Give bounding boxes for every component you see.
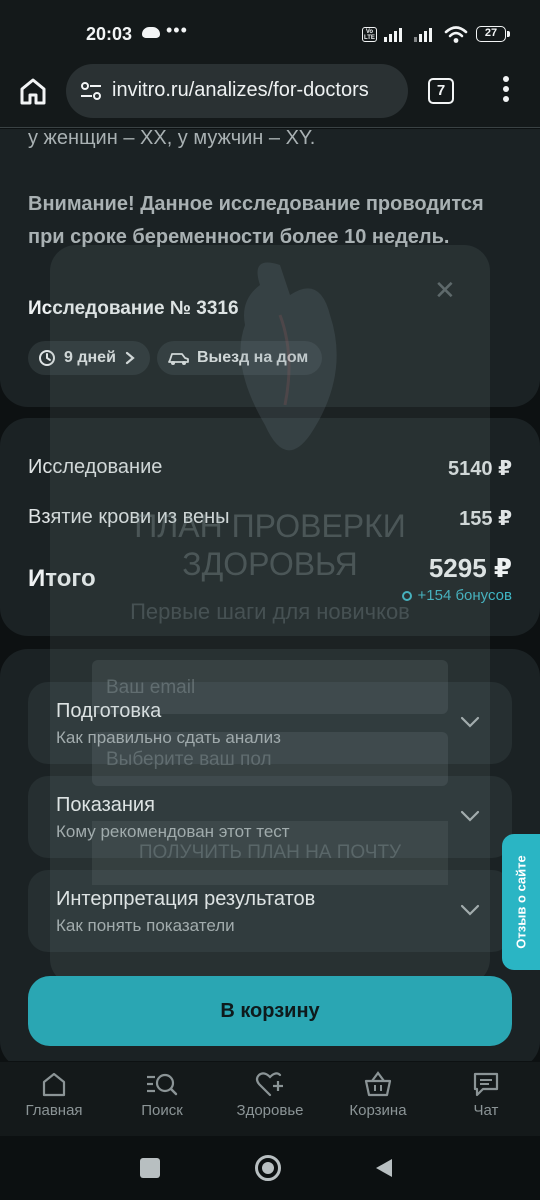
url-text: invitro.ru/analizes/for-doctors	[112, 79, 369, 101]
home-visit-label: Выезд на дом	[197, 349, 309, 366]
chevron-down-icon	[460, 716, 480, 728]
accordion-subtitle: Кому рекомендован этот тест	[56, 822, 290, 841]
more-notifications-icon: •••	[166, 20, 188, 40]
home-icon[interactable]	[18, 76, 48, 106]
accordion-subtitle: Как понять показатели	[56, 916, 235, 935]
accordion-preparation[interactable]: Подготовка Как правильно сдать анализ	[28, 682, 512, 764]
system-navigation-bar	[0, 1136, 540, 1200]
battery-icon: 27	[476, 26, 510, 42]
nav-health[interactable]: Здоровье	[220, 1070, 320, 1119]
bonus-badge: +154 бонусов	[401, 587, 512, 604]
feedback-tab[interactable]: Отзыв о сайте	[502, 834, 540, 970]
nav-cart[interactable]: Корзина	[328, 1070, 428, 1119]
accordion-interpretation[interactable]: Интерпретация результатов Как понять пок…	[28, 870, 512, 952]
blood-label: Взятие крови из вены	[28, 506, 230, 528]
chat-icon	[473, 1072, 499, 1097]
karyotype-text: у женщин – XX, у мужчин – XY.	[28, 129, 316, 149]
site-settings-icon[interactable]	[80, 81, 102, 101]
nav-label: Здоровье	[236, 1102, 304, 1119]
heart-plus-icon	[255, 1072, 283, 1097]
chevron-down-icon	[460, 810, 480, 822]
signal-icon	[384, 28, 402, 42]
blood-price-row: Взятие крови из вены 155 ₽	[28, 506, 512, 531]
address-bar[interactable]: invitro.ru/analizes/for-doctors	[66, 64, 408, 118]
recent-apps-button[interactable]	[140, 1158, 160, 1178]
browser-menu-icon[interactable]	[496, 76, 516, 108]
accordion-title: Подготовка	[56, 700, 162, 722]
home-system-button[interactable]	[255, 1155, 281, 1181]
chevron-down-icon	[460, 904, 480, 916]
nav-home[interactable]: Главная	[4, 1070, 104, 1119]
nav-search[interactable]: Поиск	[112, 1070, 212, 1119]
blood-price: 155 ₽	[459, 508, 512, 530]
study-price: 5140 ₽	[448, 458, 512, 480]
nav-label: Чат	[473, 1102, 499, 1119]
accordion-title: Показания	[56, 794, 155, 816]
clock-icon	[39, 350, 55, 366]
add-to-cart-button[interactable]: В корзину	[28, 976, 512, 1046]
signal-icon-2	[414, 28, 432, 42]
study-number: Исследование № 3316	[28, 298, 239, 319]
add-to-cart-label: В корзину	[220, 1000, 320, 1022]
cloud-icon	[142, 27, 160, 38]
feedback-label: Отзыв о сайте	[513, 855, 529, 949]
study-label: Исследование	[28, 456, 163, 478]
pricing-card: Исследование 5140 ₽ Взятие крови из вены…	[0, 418, 540, 636]
nav-label: Поиск	[141, 1102, 183, 1119]
total-label: Итого	[28, 565, 96, 592]
nav-label: Главная	[25, 1102, 83, 1119]
back-button[interactable]	[374, 1157, 394, 1179]
nav-label: Корзина	[349, 1102, 407, 1119]
home-icon	[42, 1072, 66, 1097]
bottom-navigation: Главная Поиск Здоровье Корзина Чат	[0, 1062, 540, 1136]
study-price-row: Исследование 5140 ₽	[28, 456, 512, 481]
tab-switcher-button[interactable]: 7	[428, 78, 454, 104]
bonus-icon	[401, 590, 412, 601]
chevron-right-icon	[125, 351, 135, 365]
description-card: у женщин – XX, у мужчин – XY. Внимание! …	[0, 129, 540, 407]
volte-icon: Vo LTE	[362, 27, 377, 42]
duration-label: 9 дней	[64, 349, 116, 366]
search-icon	[147, 1073, 178, 1096]
bonus-text: +154 бонусов	[417, 587, 512, 604]
accordion-title: Интерпретация результатов	[56, 888, 316, 910]
clock: 20:03	[86, 24, 133, 44]
browser-toolbar: invitro.ru/analizes/for-doctors 7	[0, 56, 540, 128]
accordion-subtitle: Как правильно сдать анализ	[56, 728, 281, 747]
warning-text: Внимание! Данное исследование проводится…	[28, 193, 484, 248]
total-price: 5295 ₽	[428, 553, 512, 583]
page-content: у женщин – XX, у мужчин – XY. Внимание! …	[0, 129, 540, 1061]
accordion-indications[interactable]: Показания Кому рекомендован этот тест	[28, 776, 512, 858]
duration-chip[interactable]: 9 дней	[28, 341, 150, 375]
nav-chat[interactable]: Чат	[436, 1070, 536, 1119]
home-visit-chip[interactable]: Выезд на дом	[157, 341, 323, 375]
basket-icon	[364, 1071, 392, 1097]
car-icon	[168, 353, 189, 365]
wifi-icon	[444, 26, 468, 43]
